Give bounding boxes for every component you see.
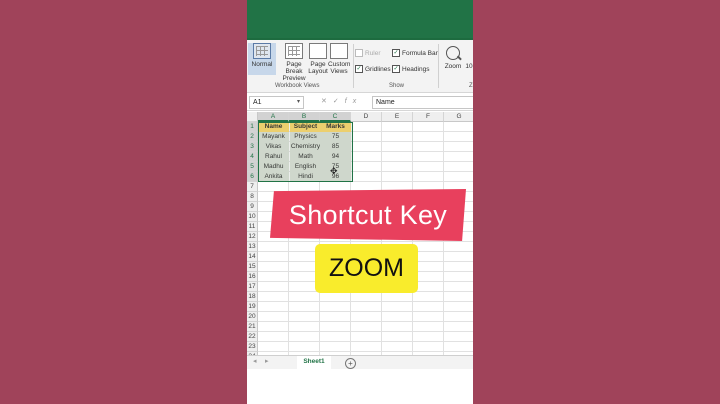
right-background bbox=[473, 0, 720, 404]
row-header[interactable]: 21 bbox=[247, 322, 258, 332]
row-header[interactable]: 22 bbox=[247, 332, 258, 342]
name-box[interactable]: A1 ▾ bbox=[249, 96, 304, 109]
gridlines-check-icon: ✓ bbox=[355, 65, 363, 73]
sheet-tabs: ◂ ▸ Sheet1 + bbox=[247, 355, 473, 371]
ribbon-divider bbox=[438, 44, 439, 88]
group-workbook-views: Workbook Views bbox=[275, 83, 320, 89]
selection-range bbox=[258, 122, 353, 182]
custom-views-button[interactable]: Custom Views bbox=[328, 43, 350, 75]
column-header[interactable]: G bbox=[444, 112, 473, 122]
formula-bar-checkbox[interactable]: ✓ Formula Bar bbox=[392, 49, 438, 57]
row-header[interactable]: 18 bbox=[247, 292, 258, 302]
row-header[interactable]: 15 bbox=[247, 262, 258, 272]
row-header[interactable]: 9 bbox=[247, 202, 258, 212]
row-header[interactable]: 6 bbox=[247, 172, 258, 182]
cancel-icon[interactable]: ✕ bbox=[321, 98, 333, 105]
formula-bar: A1 ▾ ✕✓fx Name bbox=[247, 94, 473, 111]
fill-cursor-icon: ✥ bbox=[330, 166, 338, 176]
custom-views-icon bbox=[330, 43, 348, 59]
name-box-value: A1 bbox=[253, 99, 262, 106]
headings-label: Headings bbox=[402, 65, 430, 73]
row-header[interactable]: 10 bbox=[247, 212, 258, 222]
ribbon-divider bbox=[353, 44, 354, 88]
row-header[interactable]: 2 bbox=[247, 132, 258, 142]
select-all-corner[interactable] bbox=[247, 112, 258, 122]
enter-icon[interactable]: ✓ bbox=[333, 98, 345, 105]
column-header[interactable]: F bbox=[413, 112, 444, 122]
row-header[interactable]: 11 bbox=[247, 222, 258, 232]
zoom-banner: ZOOM bbox=[315, 244, 418, 293]
left-background bbox=[0, 0, 247, 404]
column-header[interactable]: B bbox=[289, 112, 320, 122]
normal-view-button[interactable]: Normal bbox=[248, 43, 276, 75]
page-break-label: Page Break Preview bbox=[282, 61, 306, 82]
row-header[interactable]: 23 bbox=[247, 342, 258, 352]
normal-view-label: Normal bbox=[251, 61, 273, 68]
zoom-100-button[interactable]: 10 bbox=[463, 63, 473, 70]
row-header[interactable]: 16 bbox=[247, 272, 258, 282]
chevron-down-icon: ▾ bbox=[296, 99, 300, 105]
row-header[interactable]: 1 bbox=[247, 122, 258, 132]
ruler-label: Ruler bbox=[365, 49, 381, 57]
row-header[interactable]: 13 bbox=[247, 242, 258, 252]
formula-bar-label: Formula Bar bbox=[402, 49, 438, 57]
group-show: Show bbox=[389, 83, 405, 89]
custom-views-label: Custom Views bbox=[328, 61, 351, 75]
group-zoom: Z bbox=[469, 83, 473, 89]
tab-prev-icon[interactable]: ◂ bbox=[253, 357, 257, 365]
bottom-blank bbox=[247, 369, 473, 404]
row-header[interactable]: 8 bbox=[247, 192, 258, 202]
column-header[interactable]: E bbox=[382, 112, 413, 122]
row-header[interactable]: 5 bbox=[247, 162, 258, 172]
page-layout-icon bbox=[309, 43, 327, 59]
headings-checkbox[interactable]: ✓ Headings bbox=[392, 65, 429, 73]
gridlines-checkbox[interactable]: ✓ Gridlines bbox=[355, 65, 391, 73]
page-layout-label: Page Layout bbox=[308, 61, 328, 75]
headings-check-icon: ✓ bbox=[392, 65, 400, 73]
zoom-label: Zoom bbox=[444, 63, 462, 70]
normal-view-icon bbox=[253, 43, 271, 59]
row-header[interactable]: 17 bbox=[247, 282, 258, 292]
shortcut-key-banner: Shortcut Key bbox=[270, 189, 466, 241]
column-header[interactable]: A bbox=[258, 112, 289, 122]
ribbon-view: Normal Page Break Preview Page Layout Cu… bbox=[247, 40, 473, 93]
row-header[interactable]: 14 bbox=[247, 252, 258, 262]
row-header[interactable]: 4 bbox=[247, 152, 258, 162]
formula-bar-check-icon: ✓ bbox=[392, 49, 400, 57]
title-menubar bbox=[247, 0, 473, 42]
ruler-box bbox=[355, 49, 363, 57]
formula-input[interactable]: Name bbox=[372, 96, 473, 109]
page-break-icon bbox=[285, 43, 303, 59]
column-header[interactable]: C bbox=[320, 112, 351, 122]
gridlines-label: Gridlines bbox=[365, 65, 391, 73]
row-header[interactable]: 3 bbox=[247, 142, 258, 152]
tab-next-icon[interactable]: ▸ bbox=[265, 357, 269, 365]
page-break-preview-button[interactable]: Page Break Preview bbox=[279, 43, 309, 82]
page-layout-button[interactable]: Page Layout bbox=[307, 43, 329, 75]
ruler-checkbox[interactable]: Ruler bbox=[355, 49, 381, 57]
row-header[interactable]: 7 bbox=[247, 182, 258, 192]
zoom-100-label: 10 bbox=[465, 63, 473, 70]
row-header[interactable]: 12 bbox=[247, 232, 258, 242]
row-header[interactable]: 20 bbox=[247, 312, 258, 322]
zoom-icon bbox=[446, 46, 460, 60]
function-icon[interactable]: fx bbox=[345, 98, 362, 105]
formula-controls: ✕✓fx bbox=[321, 96, 362, 108]
column-header[interactable]: D bbox=[351, 112, 382, 122]
row-header[interactable]: 19 bbox=[247, 302, 258, 312]
add-sheet-button[interactable]: + bbox=[345, 358, 356, 369]
